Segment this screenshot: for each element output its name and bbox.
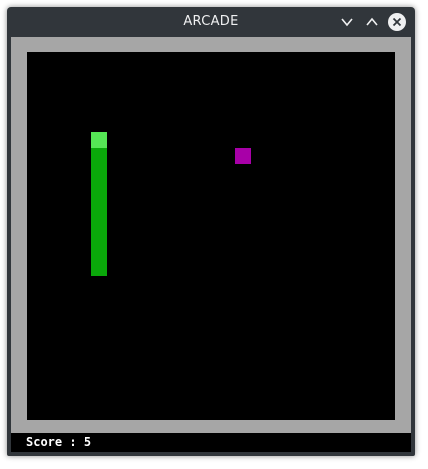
maximize-button[interactable] [362,12,382,32]
arcade-window: ARCADE Score : 5 [7,7,415,456]
minimize-button[interactable] [337,12,357,32]
score-label: Score [26,435,63,449]
score-value: 5 [83,435,92,449]
food-item [235,148,251,164]
snake-body-segment [91,212,107,228]
status-bar: Score : 5 [11,433,411,452]
close-icon [388,13,406,31]
chevron-up-icon [366,17,378,26]
snake-body-segment [91,148,107,164]
snake-body-segment [91,260,107,276]
game-border [11,37,411,433]
snake-body-segment [91,180,107,196]
snake-body-segment [91,164,107,180]
score-display: Score : 5 [26,433,91,452]
close-button[interactable] [387,12,407,32]
snake-body-segment [91,244,107,260]
chevron-down-icon [341,18,353,27]
snake-body-segment [91,228,107,244]
snake-body-segment [91,196,107,212]
score-separator: : [62,435,84,449]
snake-head [91,132,107,148]
game-playfield[interactable] [27,52,395,420]
title-bar[interactable]: ARCADE [7,7,415,37]
